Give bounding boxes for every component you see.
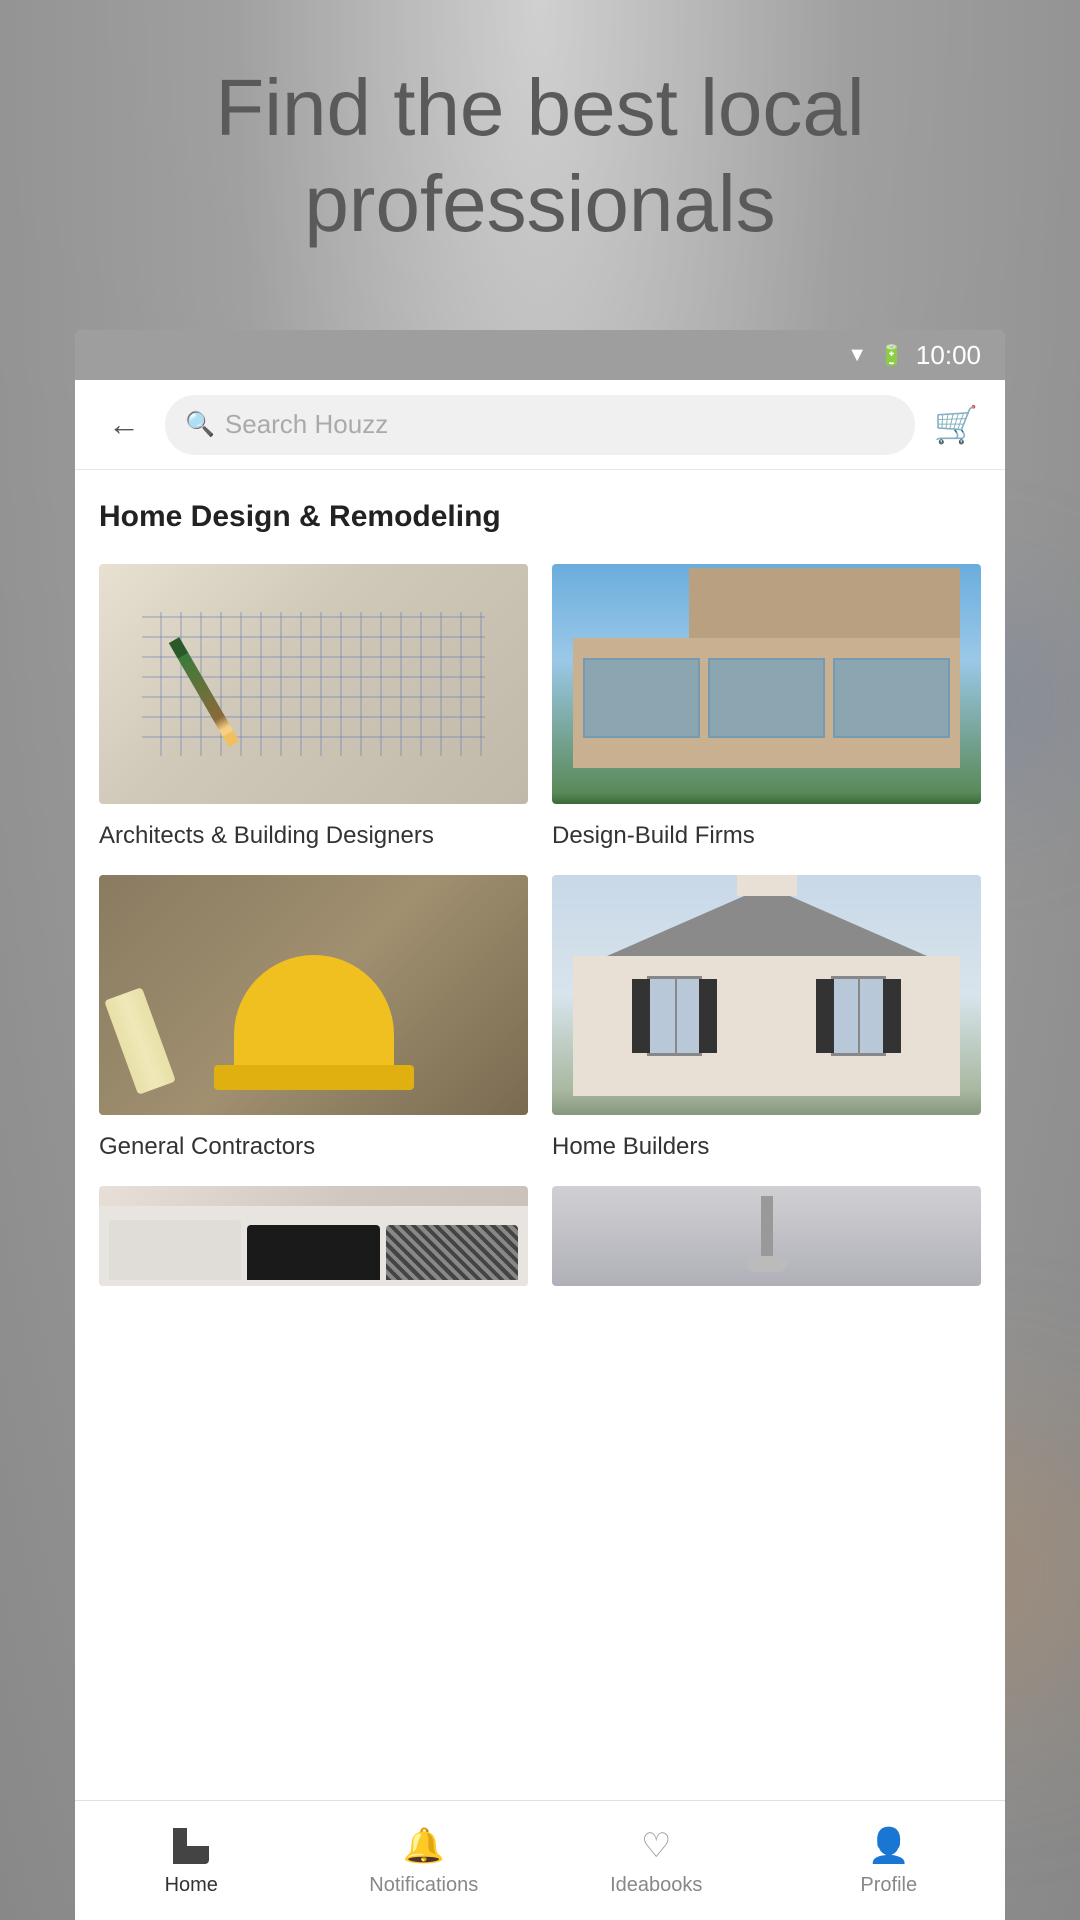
top-bar: ← 🔍 Search Houzz 🛒	[75, 380, 1005, 470]
category-label-contractors: General Contractors	[99, 1133, 315, 1160]
house-base	[573, 638, 959, 768]
design-build-image	[552, 564, 981, 804]
cart-icon: 🛒	[934, 404, 979, 446]
nav-item-home[interactable]: Home	[75, 1801, 308, 1920]
hero-section: Find the best local professionals	[0, 60, 1080, 252]
person-icon-shape: 👤	[868, 1826, 910, 1866]
classic-window-2	[831, 976, 886, 1056]
back-arrow-icon: ←	[108, 406, 140, 443]
bell-icon-shape: 🔔	[403, 1826, 445, 1866]
lighting-image	[552, 1186, 981, 1286]
house-upper	[689, 568, 959, 638]
cart-button[interactable]: 🛒	[931, 400, 981, 450]
app-container: ▼ 🔋 10:00 ← 🔍 Search Houzz 🛒 Home Design…	[75, 330, 1005, 1920]
heart-icon: ♡	[634, 1824, 678, 1868]
category-image-contractors	[99, 875, 528, 1115]
bell-icon: 🔔	[402, 1824, 446, 1868]
category-image-interior	[99, 1186, 528, 1286]
category-grid: Architects & Building Designers	[99, 564, 981, 1286]
home-icon	[169, 1824, 213, 1868]
category-label-design-build: Design-Build Firms	[552, 822, 755, 849]
modern-house-decoration	[573, 638, 959, 768]
category-image-home-builders	[552, 875, 981, 1115]
nav-label-profile: Profile	[860, 1874, 917, 1897]
nav-item-notifications[interactable]: 🔔 Notifications	[308, 1801, 541, 1920]
shutter-left-2	[816, 979, 834, 1053]
main-content: Home Design & Remodeling Architects & Bu…	[75, 470, 1005, 1800]
window-1	[583, 658, 700, 738]
houzz-logo-icon	[173, 1828, 209, 1864]
shutter-right-1	[699, 979, 717, 1053]
heart-icon-shape: ♡	[641, 1826, 671, 1866]
house-dormer	[737, 875, 797, 896]
hero-title: Find the best local professionals	[0, 60, 1080, 252]
contractors-image	[99, 875, 528, 1115]
category-item-contractors[interactable]: General Contractors	[99, 875, 528, 1162]
category-image-design-build	[552, 564, 981, 804]
category-image-architects	[99, 564, 528, 804]
shutter-right-2	[883, 979, 901, 1053]
category-item-interior[interactable]	[99, 1186, 528, 1286]
home-builders-image	[552, 875, 981, 1115]
category-item-lighting[interactable]	[552, 1186, 981, 1286]
nav-label-home: Home	[165, 1874, 218, 1897]
interior-image	[99, 1186, 528, 1286]
person-icon: 👤	[867, 1824, 911, 1868]
pencil-decoration	[168, 637, 238, 747]
hard-hat-decoration	[234, 955, 394, 1075]
status-bar: ▼ 🔋 10:00	[75, 330, 1005, 380]
battery-icon: 🔋	[879, 343, 904, 368]
window-2	[708, 658, 825, 738]
nav-item-profile[interactable]: 👤 Profile	[773, 1801, 1006, 1920]
search-bar[interactable]: 🔍 Search Houzz	[165, 395, 915, 455]
category-item-design-build[interactable]: Design-Build Firms	[552, 564, 981, 851]
house-roof	[607, 886, 927, 956]
back-button[interactable]: ←	[99, 400, 149, 450]
nav-item-ideabooks[interactable]: ♡ Ideabooks	[540, 1801, 773, 1920]
wifi-icon: ▼	[847, 344, 867, 367]
search-input-placeholder: Search Houzz	[225, 409, 388, 440]
classic-house-decoration	[573, 956, 959, 1096]
blueprints-decoration	[105, 987, 177, 1095]
bottom-navigation: Home 🔔 Notifications ♡ Ideabooks 👤 Profi…	[75, 1800, 1005, 1920]
nav-label-notifications: Notifications	[369, 1874, 478, 1897]
category-label-architects: Architects & Building Designers	[99, 822, 434, 849]
architects-image	[99, 564, 528, 804]
nav-label-ideabooks: Ideabooks	[610, 1874, 702, 1897]
category-label-home-builders: Home Builders	[552, 1133, 709, 1160]
search-icon: 🔍	[185, 410, 215, 439]
category-item-home-builders[interactable]: Home Builders	[552, 875, 981, 1162]
house-body	[573, 956, 959, 1096]
house-windows-row	[573, 976, 959, 1056]
status-time: 10:00	[916, 340, 981, 371]
house-windows	[583, 658, 949, 738]
shutter-left-1	[632, 979, 650, 1053]
category-item-architects[interactable]: Architects & Building Designers	[99, 564, 528, 851]
classic-window-1	[647, 976, 702, 1056]
window-3	[833, 658, 950, 738]
category-image-lighting	[552, 1186, 981, 1286]
section-title: Home Design & Remodeling	[99, 500, 981, 534]
